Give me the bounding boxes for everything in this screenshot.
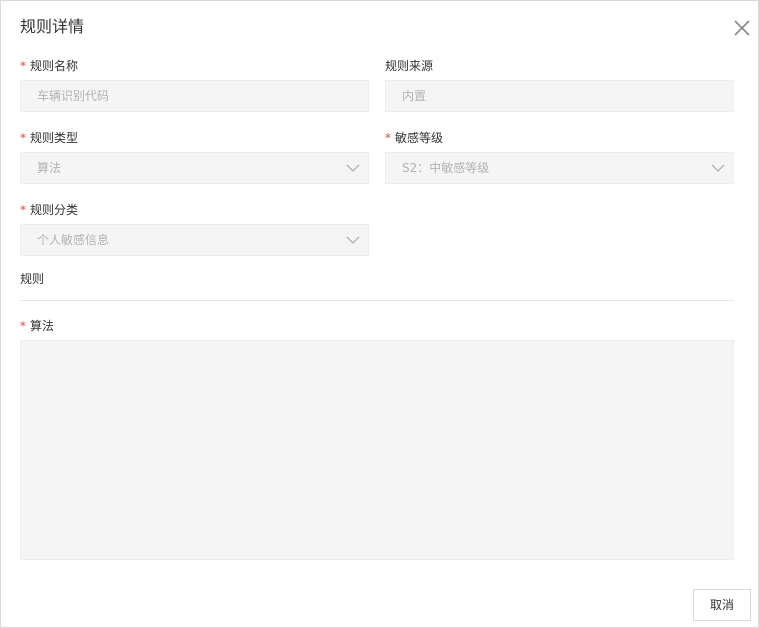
section-title: 规则: [20, 272, 45, 286]
sensitivity-level-select[interactable]: S2：中敏感等级: [385, 152, 734, 184]
rule-source-label-text: 规则来源: [385, 59, 434, 73]
rule-type-label-text: 规则类型: [30, 131, 79, 145]
rule-name-label-text: 规则名称: [30, 59, 79, 73]
rule-detail-dialog: 规则详情 * 规则名称 车辆识别代码 规则来源 内置 * 规则类型 算法 * 敏感等级…: [0, 0, 759, 628]
cancel-button[interactable]: 取消: [693, 589, 751, 621]
required-mark: *: [20, 131, 26, 145]
rule-name-value: 车辆识别代码: [37, 89, 110, 103]
close-icon: [734, 20, 750, 36]
rule-source-label: 规则来源: [385, 58, 433, 74]
chevron-down-icon: [346, 164, 360, 172]
rule-category-label-text: 规则分类: [30, 203, 79, 217]
algorithm-label: * 算法: [20, 318, 54, 334]
dialog-title: 规则详情: [20, 17, 85, 36]
rule-category-label: * 规则分类: [20, 202, 78, 218]
rule-type-label: * 规则类型: [20, 130, 78, 146]
required-mark: *: [20, 59, 26, 73]
sensitivity-level-value: S2：中敏感等级: [402, 161, 490, 175]
rule-type-value: 算法: [37, 161, 62, 175]
rule-type-select[interactable]: 算法: [20, 152, 369, 184]
required-mark: *: [20, 319, 26, 333]
rule-name-input[interactable]: 车辆识别代码: [20, 80, 369, 112]
algorithm-label-text: 算法: [30, 319, 55, 333]
section-divider: [20, 300, 734, 301]
required-mark: *: [20, 203, 26, 217]
chevron-down-icon: [346, 236, 360, 244]
rule-source-value: 内置: [402, 89, 427, 103]
rule-source-input[interactable]: 内置: [385, 80, 734, 112]
chevron-down-icon: [711, 164, 725, 172]
sensitivity-level-label: * 敏感等级: [385, 130, 443, 146]
rule-category-value: 个人敏感信息: [37, 233, 110, 247]
rule-name-label: * 规则名称: [20, 58, 78, 74]
rule-category-select[interactable]: 个人敏感信息: [20, 224, 369, 256]
sensitivity-level-label-text: 敏感等级: [395, 131, 444, 145]
required-mark: *: [385, 131, 391, 145]
algorithm-textarea[interactable]: [20, 340, 734, 560]
close-button[interactable]: [731, 17, 753, 39]
